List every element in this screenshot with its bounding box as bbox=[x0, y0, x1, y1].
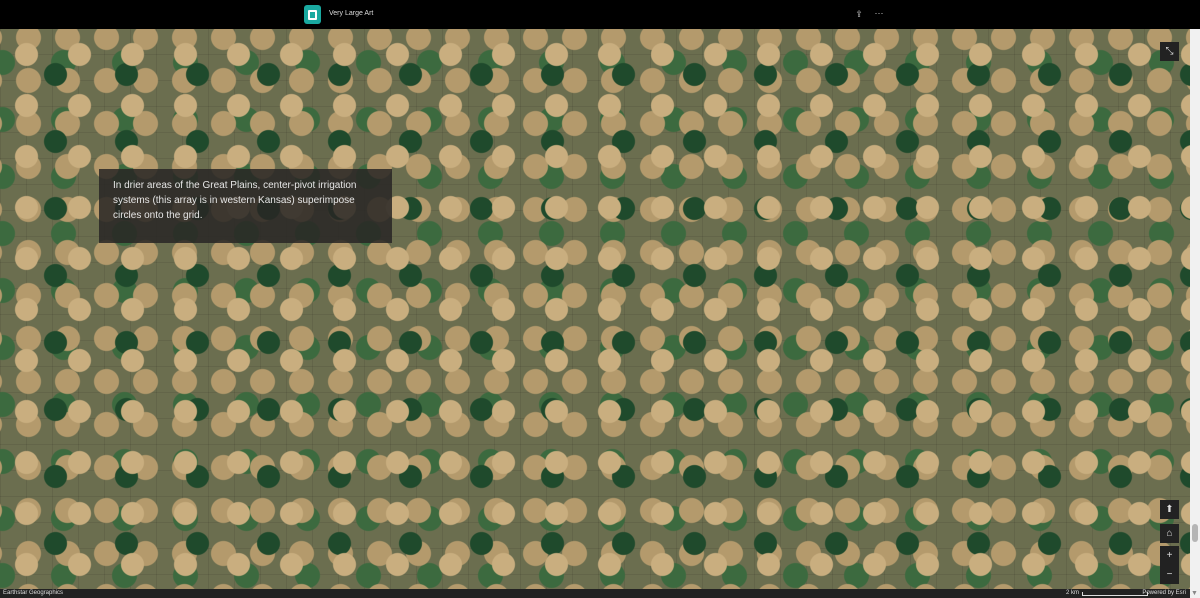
scrollbar[interactable]: ▼ bbox=[1190, 29, 1200, 598]
map-footer: Earthstar Geographics 2 km Powered by Es… bbox=[0, 589, 1190, 598]
more-icon: ··· bbox=[874, 8, 884, 18]
powered-by-esri[interactable]: Powered by Esri bbox=[1142, 589, 1186, 598]
expand-icon: ⤡ bbox=[1165, 46, 1174, 57]
compass-button[interactable]: ⬆ bbox=[1160, 500, 1179, 519]
zoom-in-button[interactable]: + bbox=[1160, 546, 1179, 565]
scale-bar: 2 km bbox=[1066, 589, 1149, 598]
home-button[interactable]: ⌂ bbox=[1160, 524, 1179, 543]
zoom-out-button[interactable]: − bbox=[1160, 565, 1179, 584]
attribution: Earthstar Geographics bbox=[3, 590, 64, 596]
satellite-map[interactable]: In drier areas of the Great Plains, cent… bbox=[0, 29, 1190, 589]
more-options-button[interactable]: ··· bbox=[872, 8, 886, 20]
header-bar: Very Large Art ⇪ ··· bbox=[0, 0, 1200, 29]
caption-panel: In drier areas of the Great Plains, cent… bbox=[99, 169, 392, 243]
scale-label: 2 km bbox=[1066, 590, 1080, 596]
compass-icon: ⬆ bbox=[1165, 504, 1174, 515]
app-logo-icon[interactable] bbox=[304, 5, 321, 24]
scale-line bbox=[1082, 591, 1149, 596]
scroll-down-arrow-icon[interactable]: ▼ bbox=[1191, 590, 1198, 597]
share-icon: ⇪ bbox=[855, 9, 863, 19]
home-icon: ⌂ bbox=[1166, 528, 1173, 539]
share-button[interactable]: ⇪ bbox=[854, 9, 864, 20]
scrollbar-thumb[interactable] bbox=[1192, 524, 1198, 542]
story-title: Very Large Art bbox=[329, 10, 374, 17]
expand-button[interactable]: ⤡ bbox=[1160, 42, 1179, 61]
